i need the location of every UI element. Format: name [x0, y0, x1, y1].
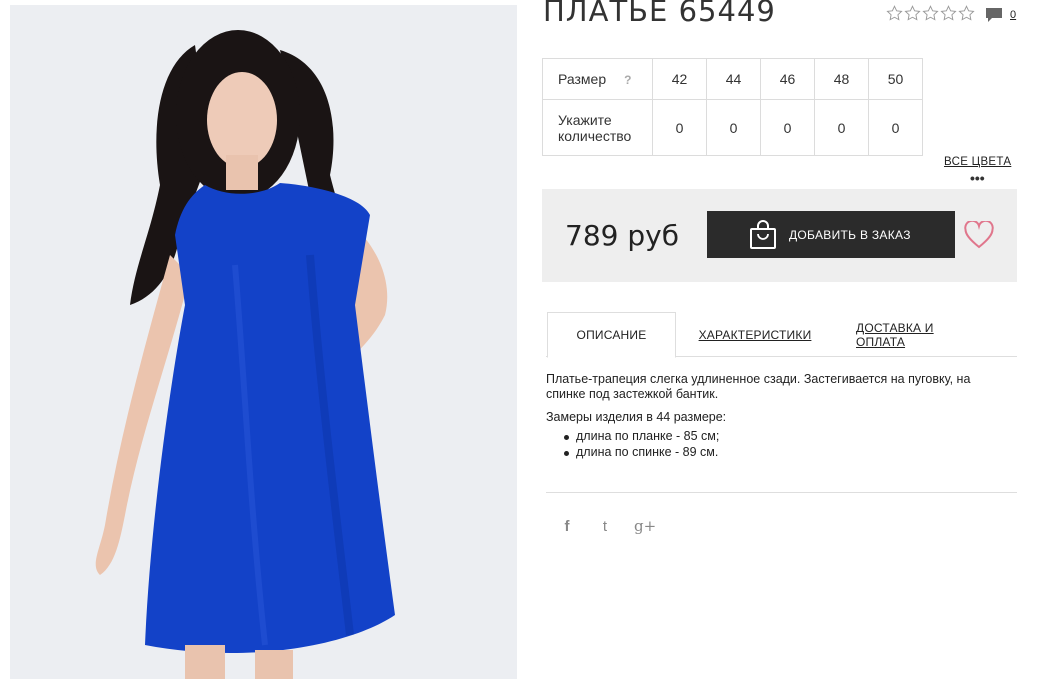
size-option[interactable]: 48 — [814, 58, 869, 100]
heart-icon[interactable] — [964, 221, 994, 249]
all-colors-link[interactable]: ВСЕ ЦВЕТА — [944, 156, 1011, 168]
measure-title: Замеры изделия в 44 размере: — [546, 410, 727, 424]
comment-count-link[interactable]: 0 — [1010, 9, 1016, 21]
quantity-row: Укажите количество 0 0 0 0 0 — [542, 99, 923, 156]
size-option[interactable]: 44 — [706, 58, 761, 100]
quantity-label-line2: количество — [558, 127, 632, 144]
social-share: f t g+ — [558, 517, 657, 535]
tab-delivery-payment[interactable]: ДОСТАВКА И ОПЛАТА — [856, 312, 986, 357]
google-plus-icon[interactable]: g+ — [634, 517, 656, 535]
quantity-field[interactable]: 0 — [652, 99, 707, 156]
star-icon[interactable] — [940, 5, 957, 22]
buy-panel: 789 руб ДОБАВИТЬ В ЗАКАЗ — [542, 189, 1017, 282]
product-title: ПЛАТЬЕ 65449 — [543, 0, 776, 28]
size-table: Размер? 42 44 46 48 50 Укажите количеств… — [542, 58, 923, 156]
description-text: Платье-трапеция слегка удлиненное сзади.… — [546, 372, 971, 401]
twitter-icon[interactable]: t — [596, 518, 614, 535]
add-to-order-button[interactable]: ДОБАВИТЬ В ЗАКАЗ — [707, 211, 955, 258]
divider — [546, 492, 1017, 493]
tab-description[interactable]: ОПИСАНИЕ — [547, 312, 676, 358]
shopping-bag-icon — [750, 219, 776, 249]
size-label-cell: Размер? — [542, 58, 653, 100]
size-option[interactable]: 46 — [760, 58, 815, 100]
quantity-label-line1: Укажите — [558, 111, 612, 128]
quantity-field[interactable]: 0 — [760, 99, 815, 156]
quantity-field[interactable]: 0 — [814, 99, 869, 156]
star-icon[interactable] — [886, 5, 903, 22]
add-to-order-label: ДОБАВИТЬ В ЗАКАЗ — [789, 227, 911, 242]
star-icon[interactable] — [958, 5, 975, 22]
facebook-icon[interactable]: f — [558, 518, 576, 535]
size-row: Размер? 42 44 46 48 50 — [542, 58, 923, 100]
size-help-icon[interactable]: ? — [624, 73, 631, 87]
quantity-label-cell: Укажите количество — [542, 99, 653, 156]
tab-characteristics[interactable]: ХАРАКТЕРИСТИКИ — [696, 312, 814, 357]
star-icon[interactable] — [904, 5, 921, 22]
quantity-field[interactable]: 0 — [868, 99, 923, 156]
product-tabs: ОПИСАНИЕ ХАРАКТЕРИСТИКИ ДОСТАВКА И ОПЛАТ… — [546, 312, 1017, 358]
measure-list: длина по планке - 85 см; длина по спинке… — [564, 429, 1006, 460]
product-photo[interactable] — [10, 5, 517, 679]
quantity-field[interactable]: 0 — [706, 99, 761, 156]
price: 789 руб — [565, 219, 679, 252]
more-colors-dots[interactable]: ••• — [970, 170, 985, 186]
rating-stars[interactable] — [886, 5, 975, 22]
size-option[interactable]: 42 — [652, 58, 707, 100]
list-item: длина по планке - 85 см; — [564, 429, 1006, 445]
star-icon[interactable] — [922, 5, 939, 22]
comment-icon[interactable] — [985, 7, 1003, 24]
size-option[interactable]: 50 — [868, 58, 923, 100]
model-illustration — [10, 5, 517, 679]
description-panel: Платье-трапеция слегка удлиненное сзади.… — [546, 372, 1006, 460]
size-label: Размер — [558, 70, 607, 87]
list-item: длина по спинке - 89 см. — [564, 445, 1006, 461]
